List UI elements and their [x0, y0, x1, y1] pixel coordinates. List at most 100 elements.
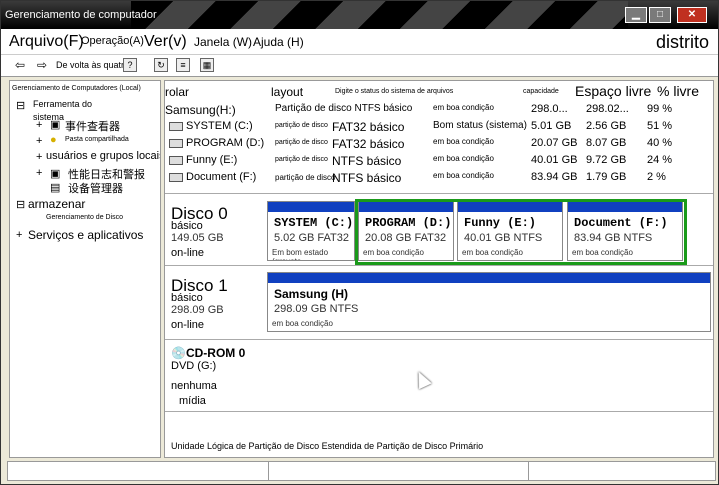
volume-name-text: PROGRAM (D:)	[186, 137, 265, 149]
menu-janela[interactable]: Janela (W)	[194, 35, 252, 49]
col-layout[interactable]: layout	[271, 85, 303, 99]
disk-0-row[interactable]: Disco 0 básico 149.05 GB on-line SYSTEM …	[165, 193, 713, 265]
drive-icon	[169, 172, 183, 182]
menu-distrito[interactable]: distrito	[656, 32, 709, 53]
tree-expander-icon[interactable]: ⊟	[16, 99, 25, 112]
volume-name: PROGRAM (D:)	[169, 137, 264, 149]
menu-ajuda[interactable]: Ajuda (H)	[253, 35, 304, 49]
volume-type: NTFS básico	[332, 154, 402, 168]
drive-icon	[169, 121, 183, 131]
volume-free: 8.07 GB	[586, 137, 627, 149]
partition-h[interactable]: Samsung (H) 298.09 GB NTFS em boa condiç…	[267, 272, 711, 332]
tree-storage[interactable]: armazenar	[28, 197, 85, 211]
tree-expander-icon[interactable]: +	[36, 135, 42, 147]
col-type-status[interactable]: Digite o status do sistema de arquivos	[335, 88, 453, 95]
computer-management-window: Gerenciamento de computador ▁ □ ✕ Arquiv…	[0, 0, 719, 485]
volume-free: 1.79 GB	[586, 171, 627, 183]
volume-pct: 99 %	[647, 103, 673, 115]
partition-bar	[268, 202, 354, 212]
volume-name: SYSTEM (C:)	[169, 120, 253, 132]
disk-1-state: on-line	[171, 319, 205, 331]
event-viewer-icon: ▣	[50, 119, 61, 131]
minimize-button[interactable]: ▁	[625, 7, 647, 23]
col-free-space[interactable]: Espaço livre	[575, 83, 651, 99]
menu-ver[interactable]: Ver(v)	[144, 33, 187, 51]
tree-disk-management[interactable]: Gerenciamento de Disco	[46, 214, 123, 221]
window-title: Gerenciamento de computador	[5, 9, 157, 21]
volume-capacity: 5.01 GB	[531, 120, 572, 132]
volume-capacity: 83.94 GB	[531, 171, 578, 183]
extended-partition-border	[355, 199, 687, 265]
volume-name-text: SYSTEM (C:)	[186, 120, 253, 132]
tree-expander-icon[interactable]: +	[16, 229, 22, 241]
legend-area: Unidade Lógica de Partição de Disco Este…	[165, 411, 713, 457]
properties-icon[interactable]: ≡	[176, 58, 190, 72]
volume-layout: partição de disco	[275, 139, 328, 146]
drive-icon	[169, 138, 183, 148]
status-divider	[268, 462, 269, 480]
cdrom-state: nenhuma	[171, 380, 217, 392]
title-bar[interactable]: Gerenciamento de computador ▁ □ ✕	[1, 1, 718, 29]
menu-operacao[interactable]: Operação(A)	[81, 35, 144, 47]
disk-0-kind: básico	[171, 220, 203, 232]
menu-arquivo[interactable]: Arquivo(F)	[9, 33, 84, 51]
tree-event-viewer[interactable]: 事件查看器	[65, 118, 120, 134]
tree-expander-icon[interactable]: +	[36, 167, 42, 179]
tree-root[interactable]: Gerenciamento de Computadores (Local)	[12, 85, 141, 92]
volume-pct: 2 %	[647, 171, 666, 183]
menu-bar: Arquivo(F) Operação(A) Ver(v) Janela (W)…	[1, 29, 718, 55]
volume-pct: 40 %	[647, 137, 673, 149]
tree-shared-folders[interactable]: Pasta compartilhada	[65, 136, 129, 143]
disk-1-size: 298.09 GB	[171, 304, 224, 316]
cdrom-name: 💿CD-ROM 0	[171, 346, 245, 360]
volume-type: FAT32 básico	[332, 137, 405, 151]
tree-expander-icon[interactable]: +	[36, 151, 42, 163]
forward-arrow-icon[interactable]: ⇨	[37, 58, 47, 72]
volume-row[interactable]: SYSTEM (C:) partição de disco FAT32 bási…	[165, 118, 713, 135]
cdrom-name-text: CD-ROM 0	[185, 346, 246, 360]
volume-name: Funny (E:)	[169, 154, 237, 166]
volume-row[interactable]: Funny (E:) partição de disco NTFS básico…	[165, 152, 713, 169]
volume-row[interactable]: Samsung(H:) Partição de disco NTFS básic…	[165, 101, 713, 118]
volume-free: 9.72 GB	[586, 154, 627, 166]
partition-legend: Unidade Lógica de Partição de Disco Este…	[171, 441, 484, 451]
partition-c[interactable]: SYSTEM (C:) 5.02 GB FAT32 Em bom estado …	[267, 201, 355, 261]
tree-expander-icon[interactable]: +	[36, 119, 42, 131]
export-icon[interactable]: ▦	[200, 58, 214, 72]
partition-bar	[268, 273, 710, 283]
refresh-icon[interactable]: ↻	[154, 58, 168, 72]
back-button-label[interactable]: De volta às quatro	[56, 60, 129, 70]
tree-local-users[interactable]: usuários e grupos locais	[46, 150, 160, 162]
device-manager-icon: ▤	[50, 182, 61, 194]
volume-pct: 51 %	[647, 120, 673, 132]
shared-folder-icon: ●	[50, 134, 57, 146]
disk-0-size: 149.05 GB	[171, 232, 224, 244]
volume-status: em boa condição	[433, 171, 494, 180]
volume-capacity: 20.07 GB	[531, 137, 578, 149]
volume-name-text: Document (F:)	[186, 171, 257, 183]
volume-pct: 24 %	[647, 154, 673, 166]
disk-1-row[interactable]: Disco 1 básico 298.09 GB on-line Samsung…	[165, 265, 713, 339]
tree-services[interactable]: Serviços e aplicativos	[28, 228, 143, 242]
col-volume[interactable]: rolar	[165, 85, 189, 99]
col-capacity[interactable]: capacidade	[523, 88, 559, 95]
close-button[interactable]: ✕	[677, 7, 707, 23]
partition-size: 5.02 GB FAT32	[274, 232, 350, 244]
volume-free: 298.02...	[586, 103, 629, 115]
volume-row[interactable]: Document (F:) partição de disco NTFS bás…	[165, 169, 713, 186]
help-icon[interactable]: ?	[123, 58, 137, 72]
maximize-button[interactable]: □	[649, 7, 671, 23]
partition-size: 298.09 GB NTFS	[274, 303, 359, 315]
cdrom-icon: 💿	[171, 346, 186, 360]
tree-expander-icon[interactable]: ⊟	[16, 198, 25, 211]
perf-logs-icon: ▣	[50, 168, 61, 180]
status-divider	[528, 462, 529, 480]
tree-device-manager[interactable]: 设备管理器	[68, 180, 123, 196]
disk-1-kind: básico	[171, 292, 203, 304]
partition-status: em boa condição	[272, 319, 333, 328]
back-arrow-icon[interactable]: ⇦	[15, 58, 25, 72]
volume-row[interactable]: PROGRAM (D:) partição de disco FAT32 bás…	[165, 135, 713, 152]
col-percent-free[interactable]: % livre	[657, 83, 699, 99]
cdrom-row[interactable]: 💿CD-ROM 0 DVD (G:) nenhuma mídia	[165, 339, 713, 411]
volume-layout: Partição de disco NTFS básico	[275, 103, 413, 114]
